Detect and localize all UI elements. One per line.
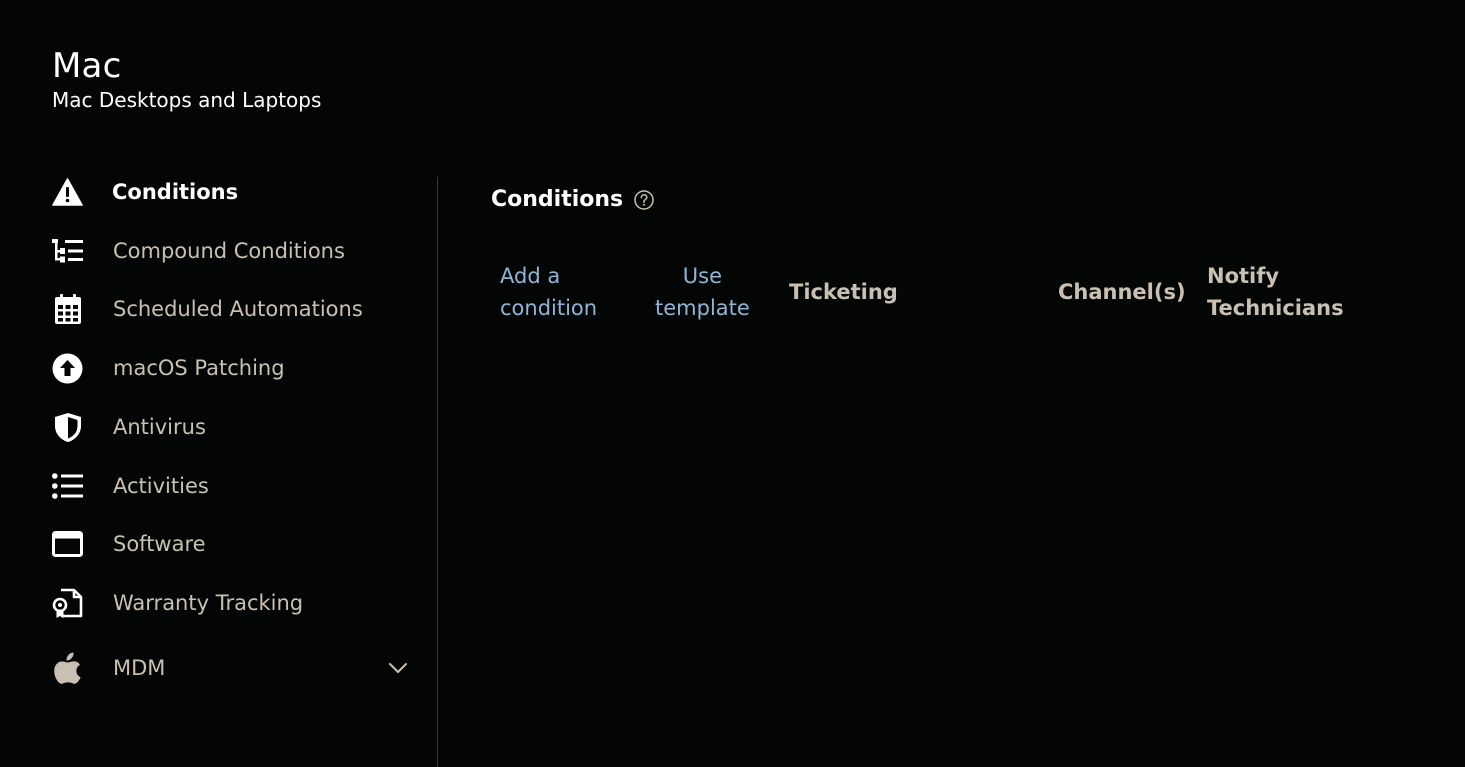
calendar-icon (52, 293, 83, 325)
column-header-notify-line2: Technicians (1207, 296, 1344, 320)
sidebar-item-label: Activities (113, 474, 209, 498)
warranty-document-icon (52, 588, 83, 619)
sidebar-item-macos-patching[interactable]: macOS Patching (52, 348, 412, 388)
page-subtitle: Mac Desktops and Laptops (52, 88, 322, 112)
column-header-ticketing: Ticketing (789, 280, 898, 304)
column-header-notify-technicians: Notify Technicians (1207, 260, 1344, 324)
add-condition-label-line1: Add a (500, 264, 561, 288)
sidebar-item-compound-conditions[interactable]: Compound Conditions (52, 231, 412, 271)
page: Mac Mac Desktops and Laptops Conditions (0, 0, 1465, 767)
sidebar-item-label: MDM (113, 656, 166, 680)
use-template-link[interactable]: Use template (655, 260, 750, 324)
sidebar-item-label: Scheduled Automations (113, 297, 363, 321)
sidebar-item-antivirus[interactable]: Antivirus (52, 407, 412, 447)
use-template-label-line2: template (655, 296, 750, 320)
apple-icon (52, 652, 83, 684)
sidebar-item-software[interactable]: Software (52, 524, 412, 564)
sidebar-item-label: Compound Conditions (113, 239, 345, 263)
use-template-label-line1: Use (682, 264, 723, 288)
upload-circle-icon (52, 353, 83, 384)
question-circle-icon[interactable] (634, 190, 654, 210)
chevron-down-icon[interactable] (388, 658, 408, 678)
sidebar-item-label: Warranty Tracking (113, 591, 304, 615)
sidebar-item-warranty-tracking[interactable]: Warranty Tracking (52, 583, 412, 623)
add-condition-label-line2: condition (500, 296, 598, 320)
page-title: Mac (52, 46, 122, 86)
page-header: Mac Mac Desktops and Laptops (52, 46, 321, 113)
tree-list-icon (52, 236, 83, 267)
list-icon (52, 471, 83, 502)
shield-icon (52, 412, 83, 443)
column-header-channels: Channel(s) (1058, 280, 1186, 304)
sidebar: Conditions Compound Conditions Scheduled… (0, 162, 437, 767)
sidebar-item-mdm[interactable]: MDM (52, 648, 412, 688)
section-title: Conditions (491, 187, 624, 212)
sidebar-item-scheduled-automations[interactable]: Scheduled Automations (52, 289, 412, 329)
main-content: Conditions Add a condition Use template … (438, 177, 1465, 767)
sidebar-item-label: Software (113, 532, 206, 556)
sidebar-item-label: Antivirus (113, 415, 206, 439)
column-header-notify-line1: Notify (1207, 264, 1280, 288)
sidebar-item-label: Conditions (112, 180, 239, 204)
sidebar-item-activities[interactable]: Activities (52, 466, 412, 506)
sidebar-item-conditions[interactable]: Conditions (52, 172, 412, 212)
sidebar-item-label: macOS Patching (113, 356, 285, 380)
window-icon (52, 529, 83, 560)
add-condition-link[interactable]: Add a condition (500, 260, 597, 324)
warning-icon (52, 177, 83, 208)
